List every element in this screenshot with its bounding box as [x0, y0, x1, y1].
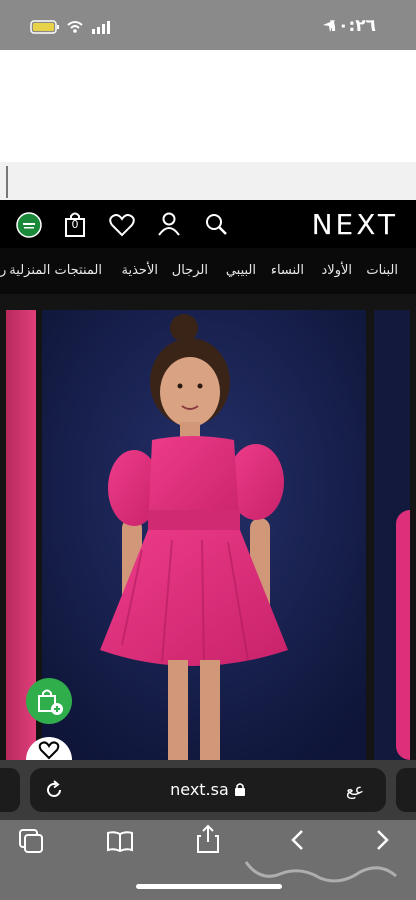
next-logo[interactable]: NEXT [312, 208, 398, 241]
nav-item-home[interactable]: المنتجات المنزلية [9, 263, 102, 278]
nav-item-girls[interactable]: البنات [366, 263, 398, 278]
add-to-bag-icon[interactable] [26, 678, 72, 728]
nav-item-boys[interactable]: الأولاد [321, 263, 352, 278]
status-bar: ١٠:٢٦ [0, 0, 416, 50]
bag-count: 0 [71, 218, 79, 231]
user-icon[interactable] [156, 211, 182, 241]
prev-tab-pill[interactable] [0, 768, 20, 812]
lock-icon [234, 780, 246, 799]
url-row: next.sa [30, 780, 386, 799]
share-icon[interactable] [196, 824, 220, 858]
status-time: ١٠:٢٦ [327, 16, 376, 36]
bookmarks-icon[interactable] [106, 830, 134, 856]
search-icon[interactable] [204, 212, 230, 242]
wishlist-heart-icon[interactable] [26, 730, 72, 764]
battery-icon [30, 19, 60, 38]
signal-icon [92, 20, 112, 39]
product-image-main[interactable] [42, 310, 366, 760]
nav-item-partial[interactable]: ر [0, 263, 6, 278]
saudi-flag-icon[interactable] [16, 212, 42, 242]
nav-item-shoes[interactable]: الأحذية [122, 263, 158, 278]
home-indicator [136, 884, 282, 889]
nav-item-baby[interactable]: البيبي [226, 263, 256, 278]
tabs-icon[interactable] [18, 828, 44, 858]
url-text: next.sa [170, 780, 229, 799]
category-nav: البنات الأولاد النساء البيبي الرجال الأح… [0, 248, 416, 294]
page-blank-area [0, 50, 416, 162]
nav-item-men[interactable]: الرجال [172, 263, 208, 278]
wifi-icon [66, 19, 84, 38]
next-tab-pill[interactable] [396, 768, 416, 812]
text-caret [6, 166, 8, 198]
search-strip[interactable] [0, 162, 416, 200]
heart-icon[interactable] [108, 212, 136, 242]
nav-item-women[interactable]: النساء [271, 263, 304, 278]
product-image-next[interactable] [374, 310, 410, 760]
text-size-button[interactable]: عع [346, 780, 364, 799]
